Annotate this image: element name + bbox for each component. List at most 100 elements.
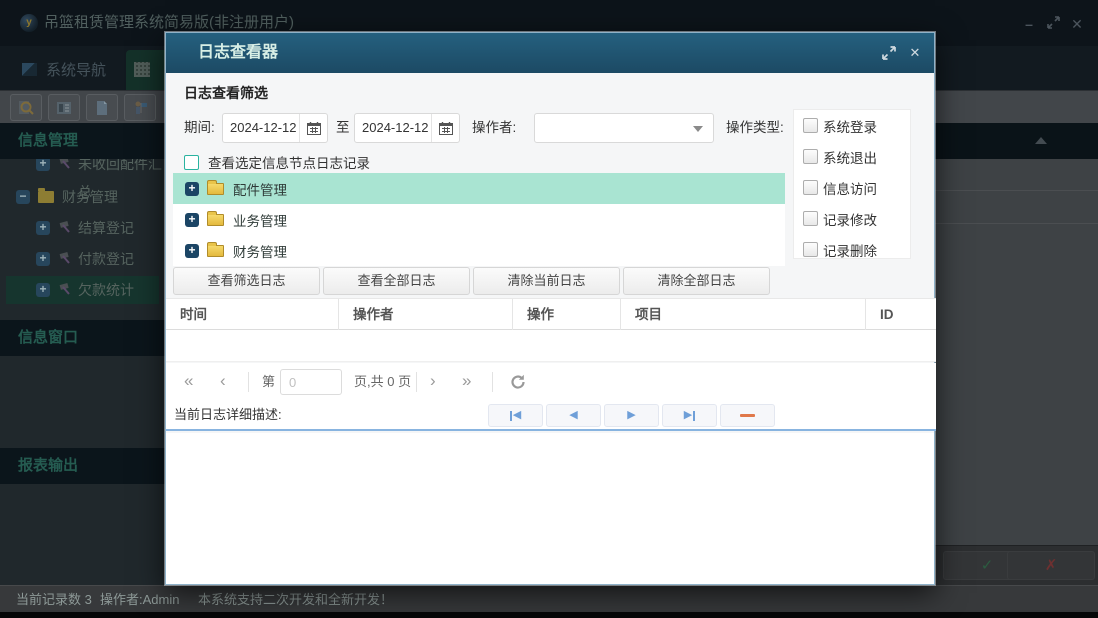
checkbox-icon[interactable] [803,149,818,164]
column-header-operation[interactable]: 操作 [513,299,621,330]
tree-item-business-management[interactable]: + 业务管理 [173,204,785,235]
tree-item-label: 未收回配件汇总 [78,159,162,200]
maximize-icon[interactable] [880,45,898,61]
date-from-input[interactable]: 2024-12-12 [222,113,328,143]
period-label: 期间: [184,120,215,135]
minimize-icon[interactable]: – [1020,15,1038,33]
column-header-id[interactable]: ID [866,299,936,330]
restore-icon[interactable] [1044,15,1062,33]
calendar-button[interactable] [431,114,459,142]
expand-icon[interactable]: + [36,221,50,235]
last-record-button[interactable]: ▶ [662,404,717,427]
type-option-record-modify[interactable]: 记录修改 [794,203,910,234]
tree-item-payment-register[interactable]: + 付款登记 [0,245,165,273]
checkbox-icon[interactable] [803,242,818,257]
dialog-header[interactable]: 日志查看器 ✕ [166,33,934,73]
window-bottom-edge [0,612,1098,618]
next-page-icon[interactable]: › [430,363,436,401]
type-option-system-login[interactable]: 系统登录 [794,110,910,141]
statusbar: 当前记录数 3 操作者:Admin 本系统支持二次开发和全新开发！ [0,585,1098,612]
tree-item-parts-management[interactable]: + 配件管理 [173,173,785,204]
column-header-time[interactable]: 时间 [166,299,339,330]
tab-system-navigation[interactable]: 系统导航 [10,52,122,90]
tree-item-label: 业务管理 [233,213,287,229]
type-option-system-logout[interactable]: 系统退出 [794,141,910,172]
divider [248,372,249,392]
user-button[interactable] [124,94,156,121]
last-page-icon[interactable]: » [462,363,471,401]
operation-type-list: 系统登录 系统退出 信息访问 记录修改 记录删除 [793,109,911,259]
expand-icon[interactable]: + [185,243,199,258]
dialog-title: 日志查看器 [198,44,279,61]
type-option-info-access[interactable]: 信息访问 [794,172,910,203]
ledger-button[interactable] [48,94,80,121]
collapse-arrow-icon[interactable] [1035,137,1047,144]
status-record-count: 当前记录数 3 [16,592,92,607]
prev-page-icon[interactable]: ‹ [220,363,226,401]
cancel-button[interactable]: ✗ [1007,551,1095,580]
view-filtered-logs-button[interactable]: 查看筛选日志 [173,267,320,295]
search-icon [19,100,34,115]
log-node-tree: + 配件管理 + 业务管理 + 财务管理 [173,173,785,266]
detail-description-label: 当前日志详细描述: [174,407,282,422]
first-page-icon[interactable]: « [184,363,193,401]
confirm-icon: ✓ [980,557,994,574]
tree-item-label: 财务管理 [233,244,287,260]
date-from-value: 2024-12-12 [230,120,297,135]
tree-item-unreturned-parts[interactable]: + 未收回配件汇总 [0,159,165,200]
clear-current-logs-button[interactable]: 清除当前日志 [473,267,620,295]
close-icon[interactable]: ✕ [906,45,924,61]
node-filter-checkbox-row[interactable]: 查看选定信息节点日志记录 [184,149,370,175]
expand-icon[interactable]: + [36,159,50,171]
date-to-input[interactable]: 2024-12-12 [354,113,460,143]
tree-item-finance-management[interactable]: − 财务管理 [0,183,165,211]
clear-all-logs-button[interactable]: 清除全部日志 [623,267,770,295]
next-record-icon: ▶ [627,409,636,421]
sidebar: 信息管理 + 未收回配件汇总 − 财务管理 + 结算登记 + 付款登记 + 欠款… [0,123,165,585]
type-option-label: 记录删除 [823,243,877,259]
next-record-button[interactable]: ▶ [604,404,659,427]
tool-icon [59,252,70,264]
first-record-button[interactable]: ◀ [488,404,543,427]
calendar-button[interactable] [299,114,327,142]
page-number-input[interactable] [280,369,342,395]
expand-icon[interactable]: + [36,283,50,297]
expand-icon[interactable]: + [185,212,199,227]
tree-item-label: 欠款统计 [78,282,134,298]
document-button[interactable] [86,94,118,121]
refresh-button[interactable] [510,374,526,395]
search-button[interactable] [10,94,42,121]
tree-item-finance-management[interactable]: + 财务管理 [173,235,785,266]
tool-icon [59,221,70,233]
folder-icon [207,210,224,226]
collapse-icon[interactable]: − [16,190,30,204]
type-option-record-delete[interactable]: 记录删除 [794,234,910,259]
close-icon[interactable]: ✕ [1068,15,1086,33]
log-detail-area [166,433,934,584]
checkbox-icon[interactable] [803,118,818,133]
prev-record-button[interactable]: ◀ [546,404,601,427]
user-icon [135,101,147,114]
cancel-icon: ✗ [1044,557,1058,574]
checkbox-icon[interactable] [803,180,818,195]
checkbox-icon[interactable] [803,211,818,226]
status-operator: 操作者:Admin [100,592,180,607]
tree-item-arrears-statistics[interactable]: + 欠款统计 [6,276,159,304]
checkbox-icon[interactable] [184,154,199,170]
sidebar-panel-report-output[interactable]: 报表输出 [0,448,165,484]
view-all-logs-button[interactable]: 查看全部日志 [323,267,470,295]
page-count-label: 页,共 0 页 [354,374,412,389]
expand-icon[interactable]: + [36,252,50,266]
folder-icon [207,179,224,195]
operator-select[interactable] [534,113,714,143]
app-logo-icon: y [20,14,38,32]
sidebar-panel-info-management[interactable]: 信息管理 [0,123,165,159]
operation-type-label: 操作类型: [726,120,784,135]
remove-record-button[interactable] [720,404,775,427]
column-header-operator[interactable]: 操作者 [339,299,513,330]
column-header-project[interactable]: 项目 [621,299,866,330]
tree-item-label: 财务管理 [62,189,118,205]
expand-icon[interactable]: + [185,181,199,196]
tree-item-settlement-register[interactable]: + 结算登记 [0,214,165,242]
sidebar-panel-info-window[interactable]: 信息窗口 [0,320,165,356]
